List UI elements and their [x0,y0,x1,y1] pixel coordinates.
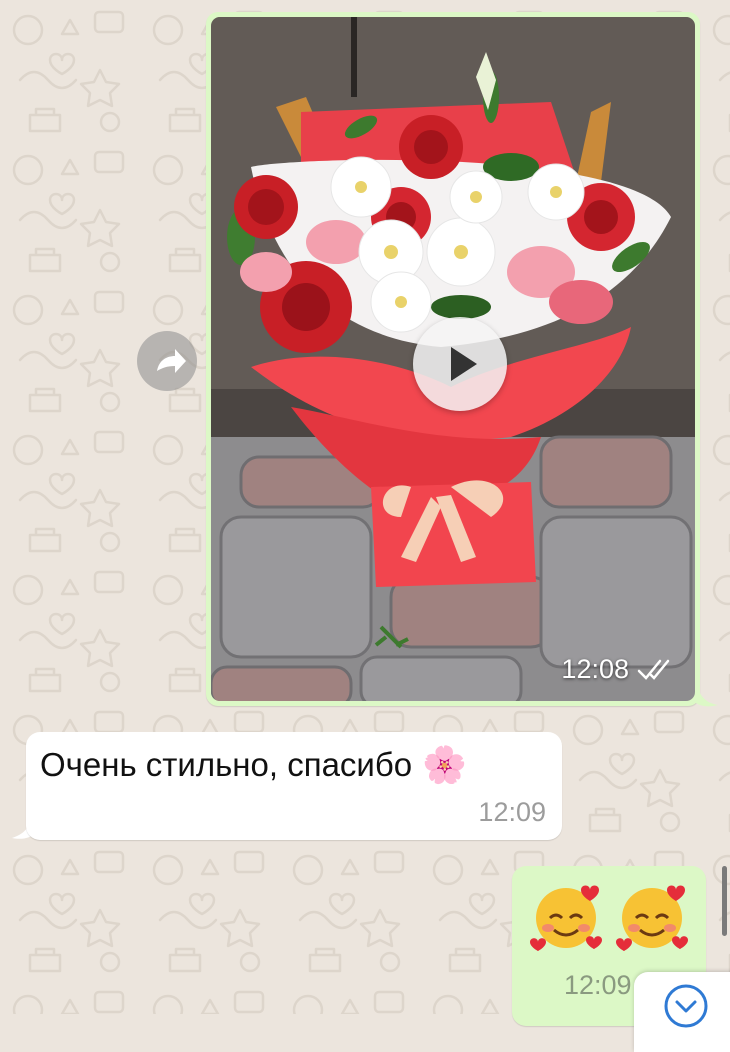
video-meta: 12:08 [561,654,677,685]
emoji-row [528,878,690,954]
cherry-blossom-emoji: 🌸 [422,744,467,785]
incoming-text-message[interactable]: Очень стильно, спасибо 🌸 12:09 [26,732,562,840]
message-time: 12:08 [561,654,629,684]
message-time: 12:09 [564,970,632,1000]
double-check-icon [637,659,670,680]
play-icon [451,347,477,381]
chevron-down-icon [664,984,708,1028]
bubble-tail [696,683,718,707]
play-button[interactable] [413,317,507,411]
smiling-face-with-hearts-emoji [530,885,602,951]
forward-button[interactable] [137,331,197,391]
video-thumbnail[interactable]: 12:08 [211,17,695,701]
message-time: 12:09 [478,797,546,827]
smiling-face-with-hearts-emoji [616,885,688,951]
scroll-to-bottom-button[interactable] [634,972,730,1052]
forward-arrow-icon [157,349,186,373]
message-text: Очень стильно, спасибо [40,746,413,783]
outgoing-video-message[interactable]: 12:08 [206,12,700,706]
message-text-row: Очень стильно, спасибо 🌸 [40,744,467,786]
scrollbar-thumb[interactable] [722,866,727,936]
